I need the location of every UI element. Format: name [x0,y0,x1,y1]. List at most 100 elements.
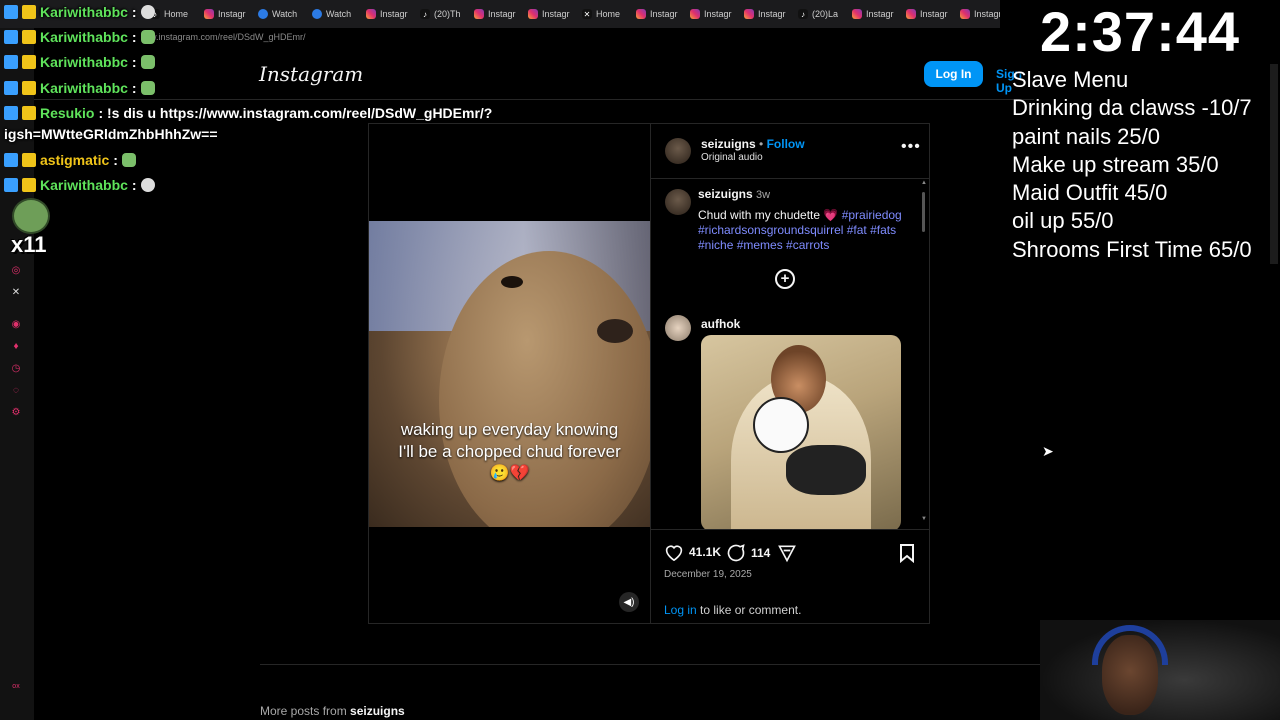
more-posts-author[interactable]: seizuigns [350,704,405,718]
chat-text: : [131,4,137,20]
menu-item: Maid Outfit 45/0 [1012,180,1168,206]
green-emote-icon [140,30,155,44]
instagram-icon [366,9,376,19]
chat-badge-icon [22,30,36,44]
browser-tab[interactable]: Instagr [636,9,690,19]
menu-item: oil up 55/0 [1012,208,1114,234]
menu-item: Drinking da clawss -10/7 [1012,95,1252,121]
more-posts-heading: More posts from seizuigns [260,704,405,718]
browser-tab-label: Instagr [704,9,732,19]
share-icon[interactable] [777,543,797,563]
chat-username[interactable]: Kariwithabbc [40,54,128,70]
skull-emote-icon [140,5,155,19]
browser-tab[interactable]: Instagr [852,9,906,19]
instagram-icon [690,9,700,19]
speaker-icon[interactable]: ◀) [619,592,639,612]
browser-tab[interactable]: Watch [258,9,312,19]
chat-username[interactable]: Kariwithabbc [40,80,128,96]
browser-tab-label: Instagr [380,9,408,19]
browser-tab-label: Watch [326,9,352,19]
record-icon[interactable]: ◉ [10,318,22,330]
comments-scrollbar[interactable]: ▲ ▼ [921,180,927,524]
chat-icon[interactable]: ◌ [10,384,22,396]
instagram-icon [636,9,646,19]
follow-button[interactable]: Follow [767,137,805,151]
author-username[interactable]: seizuigns [701,137,756,151]
reel-video[interactable]: waking up everyday knowing I'll be a cho… [369,124,650,623]
like-action[interactable]: 41.1K [664,543,721,561]
browser-tab[interactable]: ♪ Home [150,9,204,19]
commenter-avatar[interactable] [665,315,691,341]
chat-badge-icon [22,55,36,69]
browser-tab-label: Instagr [488,9,516,19]
comment-count: 114 [751,546,771,560]
chat-username[interactable]: Resukio [40,105,94,121]
comment-username[interactable]: aufhok [701,317,740,331]
browser-tab[interactable]: ♪ (20)La [798,9,852,19]
browser-tab-label: Instagr [218,9,246,19]
emote-combo-count: x11 [11,232,47,257]
chat-badge-icon [4,81,18,95]
comment-action[interactable]: 114 [726,543,770,563]
chat-message: Kariwithabbc: [4,80,155,96]
menu-scrollbar [1270,64,1278,264]
login-button[interactable]: Log In [924,61,983,87]
globe-icon [258,9,268,19]
comment-icon[interactable] [726,543,746,563]
chat-text: : [131,54,137,70]
browser-tab[interactable]: Instagr [204,9,258,19]
browser-tab-label: Instagr [650,9,678,19]
browser-tab[interactable]: Instagr [906,9,960,19]
browser-tab[interactable]: Instagr [366,9,420,19]
instagram-icon [960,9,970,19]
browser-tab[interactable]: Instagr [690,9,744,19]
chat-username[interactable]: Kariwithabbc [40,29,128,45]
instagram-icon[interactable]: ◎ [10,264,22,276]
x-icon: ✕ [582,9,592,19]
share-action[interactable] [777,543,797,563]
browser-tab[interactable]: Watch [312,9,366,19]
chat-badge-icon [22,5,36,19]
caption-avatar[interactable] [665,189,691,215]
more-options-icon[interactable]: ••• [901,138,921,156]
browser-tab[interactable]: ♪ (20)Th [420,9,474,19]
section-divider [260,664,1040,665]
chat-text: : !s dis u https://www.instagram.com/ree… [98,105,493,121]
browser-tab[interactable]: Instagr [744,9,798,19]
browser-tab[interactable]: Instagr [474,9,528,19]
caption-username[interactable]: seizuigns [698,187,753,201]
post-caption: Chud with my chudette 💗 #prairiedog #ric… [698,208,908,253]
browser-tab-label: (20)Th [434,9,461,19]
chat-badge-icon [4,106,18,120]
author-avatar[interactable] [665,138,691,164]
author-name-line: seizuigns • Follow [701,137,805,151]
chat-username[interactable]: Kariwithabbc [40,177,128,193]
chat-emote [12,198,50,234]
browser-tab[interactable]: Instagr [960,9,1000,19]
browser-tab[interactable]: ✕ Home [582,9,636,19]
login-link[interactable]: Log in [664,603,697,617]
clock-icon[interactable]: ◷ [10,362,22,374]
browser-tab[interactable]: Instagr [528,9,582,19]
tiktok-icon: ♪ [798,9,808,19]
address-bar[interactable]: w.instagram.com/reel/DSdW_gHDEmr/ [130,29,1000,45]
menu-item: paint nails 25/0 [1012,123,1160,149]
bookmark-icon[interactable] [899,543,915,563]
heart-icon[interactable] [664,543,684,561]
x-icon[interactable]: ✕ [10,286,22,298]
browser-tab-label: (20)La [812,9,839,19]
menu-title: Slave Menu [1012,67,1129,92]
chat-username[interactable]: Kariwithabbc [40,4,128,20]
save-action[interactable] [899,543,915,563]
chat-badge-icon [22,153,36,167]
chat-badge-icon [4,178,18,192]
more-icon[interactable]: ox [10,680,22,692]
settings-icon[interactable]: ⚙ [10,406,22,418]
audio-label[interactable]: Original audio [701,152,763,163]
caption-age: 3w [756,189,771,201]
chat-badge-icon [4,153,18,167]
instagram-logo[interactable]: Instagram [259,62,363,86]
chat-username[interactable]: astigmatic [40,152,109,168]
load-more-comments-icon[interactable]: + [775,269,795,289]
pin-icon[interactable]: ♦ [10,340,22,352]
